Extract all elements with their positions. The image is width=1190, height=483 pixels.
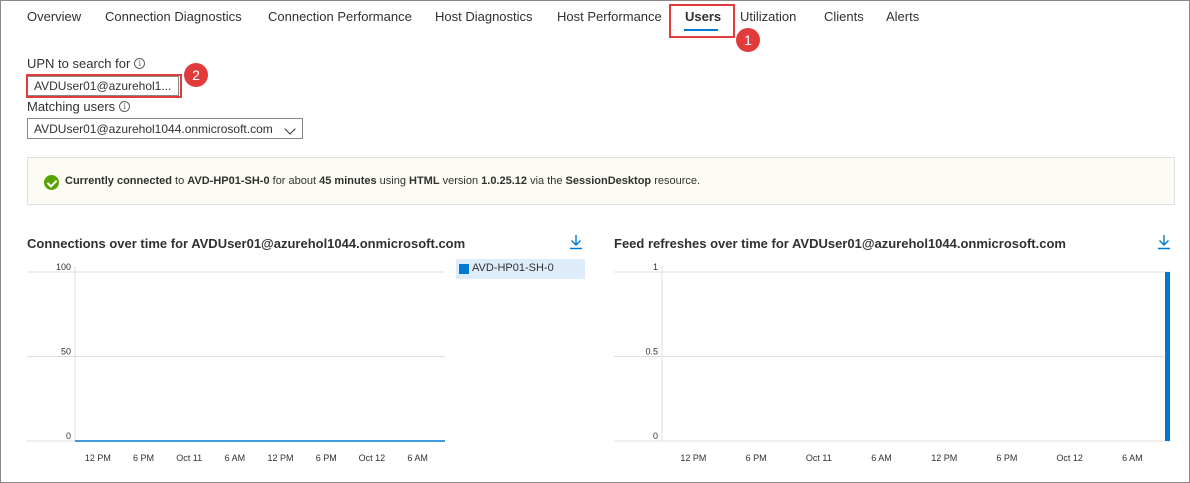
info-icon[interactable]: i (134, 58, 146, 69)
x-tick-label: Oct 11 (806, 453, 832, 463)
y-tick-label: 0.5 (645, 347, 658, 357)
matching-users-label-text: Matching users (27, 99, 116, 114)
y-tick-label: 100 (56, 262, 71, 272)
x-tick-label: 6 AM (407, 453, 428, 463)
x-tick-label: 6 AM (1122, 453, 1143, 463)
x-tick-label: Oct 12 (1056, 453, 1083, 463)
tab-utilization[interactable]: Utilization (740, 9, 796, 24)
status-via: via the (527, 175, 566, 187)
tab-alerts[interactable]: Alerts (886, 9, 919, 24)
x-tick-label: 12 PM (931, 453, 957, 463)
status-duration: 45 minutes (319, 175, 377, 187)
download-icon[interactable] (1157, 234, 1171, 250)
matching-users-label: Matching users i (27, 99, 131, 114)
x-tick-label: 6 AM (225, 453, 246, 463)
tab-connection-diagnostics[interactable]: Connection Diagnostics (105, 9, 242, 24)
matching-users-selected: AVDUser01@azurehol1044.onmicrosoft.com (34, 122, 273, 136)
status-using: using (376, 175, 410, 187)
upn-search-label-text: UPN to search for (27, 56, 131, 71)
status-for-about: for about (269, 175, 320, 187)
y-tick-label: 50 (61, 347, 71, 357)
legend-swatch (459, 264, 469, 274)
x-tick-label: 6 PM (133, 453, 154, 463)
y-tick-label: 0 (66, 431, 71, 441)
callout-badge-2: 2 (184, 63, 208, 87)
info-icon[interactable]: i (119, 101, 131, 112)
x-tick-label: Oct 11 (176, 453, 202, 463)
x-tick-label: 12 PM (85, 453, 111, 463)
x-tick-label: Oct 12 (359, 453, 386, 463)
chevron-down-icon (284, 123, 296, 135)
connection-status-banner: Currently connected to AVD-HP01-SH-0 for… (27, 157, 1175, 205)
x-tick-label: 6 PM (316, 453, 337, 463)
status-suffix: resource. (651, 175, 701, 187)
x-tick-label: 12 PM (680, 453, 706, 463)
status-prefix: Currently connected (65, 175, 172, 187)
feed-chart-title: Feed refreshes over time for AVDUser01@a… (614, 236, 1066, 251)
tab-bar: Overview Connection Diagnostics Connecti… (0, 0, 1190, 36)
legend-label: AVD-HP01-SH-0 (472, 262, 554, 274)
feed-chart: 1 0.5 0 12 PM 6 PM Oct 11 6 AM 12 PM 6 PM Oct 12 6… (614, 262, 1170, 463)
status-resource: SessionDesktop (565, 175, 652, 187)
connection-status-text: Currently connected to AVD-HP01-SH-0 for… (65, 175, 700, 187)
status-version-label: version (439, 175, 482, 187)
x-tick-label: 6 PM (996, 453, 1017, 463)
chart-legend[interactable]: AVD-HP01-SH-0 (456, 259, 585, 279)
status-version: 1.0.25.12 (481, 175, 528, 187)
status-client: HTML (409, 175, 440, 187)
x-tick-label: 12 PM (268, 453, 294, 463)
upn-search-label: UPN to search for i (27, 56, 146, 71)
connections-chart: 100 50 0 12 PM 6 PM Oct 11 6 AM 12 PM 6 PM Oct 12… (27, 262, 445, 463)
x-tick-label: 6 AM (871, 453, 892, 463)
success-check-icon (44, 175, 59, 190)
callout-badge-1: 1 (736, 28, 760, 52)
download-icon[interactable] (569, 234, 583, 250)
callout-box-users-tab (669, 4, 735, 38)
x-tick-label: 6 PM (746, 453, 767, 463)
tab-overview[interactable]: Overview (27, 9, 81, 24)
tab-host-performance[interactable]: Host Performance (557, 9, 662, 24)
y-tick-label: 1 (653, 262, 658, 272)
y-tick-label: 0 (653, 431, 658, 441)
matching-users-dropdown[interactable]: AVDUser01@azurehol1044.onmicrosoft.com (27, 118, 303, 139)
tab-connection-performance[interactable]: Connection Performance (268, 9, 412, 24)
bar (1165, 272, 1170, 441)
connections-chart-title: Connections over time for AVDUser01@azur… (27, 236, 466, 251)
status-host: AVD-HP01-SH-0 (187, 175, 270, 187)
callout-box-upn-input (26, 74, 182, 98)
status-to: to (171, 175, 188, 187)
tab-host-diagnostics[interactable]: Host Diagnostics (435, 9, 533, 24)
tab-clients[interactable]: Clients (824, 9, 864, 24)
